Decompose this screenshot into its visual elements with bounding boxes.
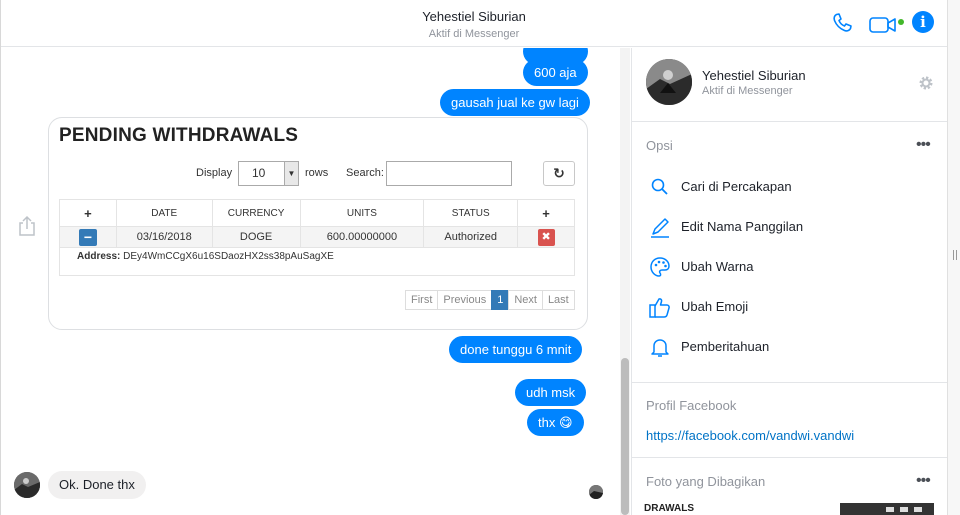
- plus-icon: +: [517, 199, 575, 227]
- cell-units: 600.00000000: [299, 226, 425, 248]
- minus-icon: −: [78, 228, 97, 246]
- option-label: Pemberitahuan: [681, 339, 770, 354]
- column-header-date: DATE: [115, 199, 213, 227]
- collapse-cell: −: [59, 226, 117, 248]
- option-label: Ubah Warna: [681, 259, 754, 274]
- seen-avatar: [589, 485, 603, 499]
- scrollbar-grip[interactable]: [953, 250, 957, 260]
- close-icon: ✖: [537, 228, 555, 246]
- window-scrollbar[interactable]: [947, 0, 960, 515]
- rows-select-value: 10: [252, 166, 266, 180]
- cell-currency: DOGE: [211, 226, 301, 248]
- message-bubble: done tunggu 6 mnit: [449, 336, 583, 363]
- shared-photos-title: Foto yang Dibagikan: [646, 474, 766, 489]
- shared-photo-thumbnail[interactable]: [840, 503, 934, 515]
- card-title: PENDING WITHDRAWALS: [59, 125, 299, 146]
- pagination: First Previous 1 Next Last: [405, 290, 575, 310]
- pager-next: Next: [508, 290, 543, 310]
- refresh-icon: ↻: [543, 161, 575, 186]
- avatar[interactable]: [14, 472, 40, 498]
- message-bubble: udh msk: [515, 379, 587, 406]
- withdrawals-table: + DATE CURRENCY UNITS STATUS + − 03/16/2…: [59, 199, 575, 248]
- facebook-profile-title: Profil Facebook: [646, 398, 737, 413]
- search-field: [386, 161, 512, 186]
- address-value: DEy4WmCCgX6u16SDaozHX2ss38pAuSagXE: [123, 251, 334, 262]
- table-header-row: + DATE CURRENCY UNITS STATUS +: [59, 199, 575, 227]
- profile-status: Aktif di Messenger: [702, 85, 793, 97]
- pencil-icon: [651, 218, 669, 238]
- option-label: Cari di Percakapan: [681, 179, 792, 194]
- gear-icon[interactable]: [917, 74, 935, 92]
- display-label: Display: [196, 167, 233, 179]
- message-bubble: gausah jual ke gw lagi: [440, 89, 590, 116]
- message-bubble: thx 😋: [527, 409, 584, 436]
- pager-page-1: 1: [491, 290, 510, 310]
- rows-label: rows: [305, 167, 329, 179]
- contact-status: Aktif di Messenger: [428, 28, 520, 40]
- options-title: Opsi: [646, 138, 673, 153]
- table-row: − 03/16/2018 DOGE 600.00000000 Authorize…: [59, 226, 575, 248]
- delete-cell: ✖: [517, 226, 575, 248]
- share-icon[interactable]: [18, 215, 36, 237]
- search-label: Search:: [346, 167, 384, 179]
- option-label: Edit Nama Panggilan: [681, 219, 804, 234]
- message-text: thx: [538, 415, 556, 430]
- cell-date: 03/16/2018: [115, 226, 213, 248]
- column-header-units: UNITS: [299, 199, 425, 227]
- option-search-conversation[interactable]: Cari di Percakapan: [646, 172, 936, 202]
- option-change-color[interactable]: Ubah Warna: [646, 252, 936, 282]
- avatar[interactable]: [646, 59, 692, 105]
- video-camera-icon[interactable]: [869, 13, 899, 37]
- thumbs-up-icon: [649, 298, 670, 318]
- divider: [632, 457, 947, 458]
- withdrawals-screenshot-card[interactable]: PENDING WITHDRAWALS Display 10 ▼ rows Se…: [48, 117, 588, 330]
- info-icon[interactable]: i: [912, 11, 934, 33]
- contact-name[interactable]: Yehestiel Siburian: [1, 9, 947, 24]
- message-list[interactable]: 600 aja gausah jual ke gw lagi PENDING W…: [1, 48, 618, 515]
- scrollbar-thumb[interactable]: [621, 358, 629, 515]
- conversation-header: Yehestiel Siburian Aktif di Messenger i: [1, 0, 960, 47]
- emoji-icon: 😋: [558, 416, 573, 431]
- pager-last: Last: [541, 290, 575, 310]
- divider: [632, 382, 947, 383]
- more-options-icon[interactable]: •••: [916, 473, 931, 489]
- option-notifications[interactable]: Pemberitahuan: [646, 332, 936, 362]
- palette-icon: [650, 257, 670, 277]
- rows-select: 10 ▼: [238, 161, 299, 186]
- facebook-profile-link[interactable]: https://facebook.com/vandwi.vandwi: [646, 428, 854, 443]
- chat-scrollbar[interactable]: [620, 48, 630, 515]
- online-indicator: [898, 19, 904, 25]
- option-change-emoji[interactable]: Ubah Emoji: [646, 292, 936, 322]
- address-label: Address:: [77, 251, 121, 262]
- search-icon: [651, 178, 668, 195]
- column-header-status: STATUS: [423, 199, 519, 227]
- bell-icon: [651, 339, 669, 357]
- message-bubble-incoming: Ok. Done thx: [48, 471, 146, 499]
- messenger-window: Yehestiel Siburian Aktif di Messenger i …: [0, 0, 960, 515]
- profile-header: Yehestiel Siburian Aktif di Messenger: [632, 48, 947, 122]
- message-bubble: 600 aja: [523, 59, 588, 86]
- chevron-down-icon: ▼: [284, 162, 298, 185]
- phone-icon[interactable]: [830, 11, 854, 35]
- address-row: Address: DEy4WmCCgX6u16SDaozHX2ss38pAuSa…: [59, 248, 575, 276]
- option-edit-nickname[interactable]: Edit Nama Panggilan: [646, 212, 936, 242]
- option-label: Ubah Emoji: [681, 299, 749, 314]
- more-options-icon[interactable]: •••: [916, 137, 931, 153]
- column-header-currency: CURRENCY: [211, 199, 301, 227]
- plus-icon: +: [59, 199, 117, 227]
- profile-name[interactable]: Yehestiel Siburian: [702, 68, 806, 83]
- shared-photo-thumbnail[interactable]: DRAWALS: [632, 503, 722, 515]
- cell-status: Authorized: [423, 226, 519, 248]
- pager-first: First: [405, 290, 439, 310]
- pager-previous: Previous: [437, 290, 493, 310]
- conversation-details-panel: Yehestiel Siburian Aktif di Messenger Op…: [631, 48, 947, 515]
